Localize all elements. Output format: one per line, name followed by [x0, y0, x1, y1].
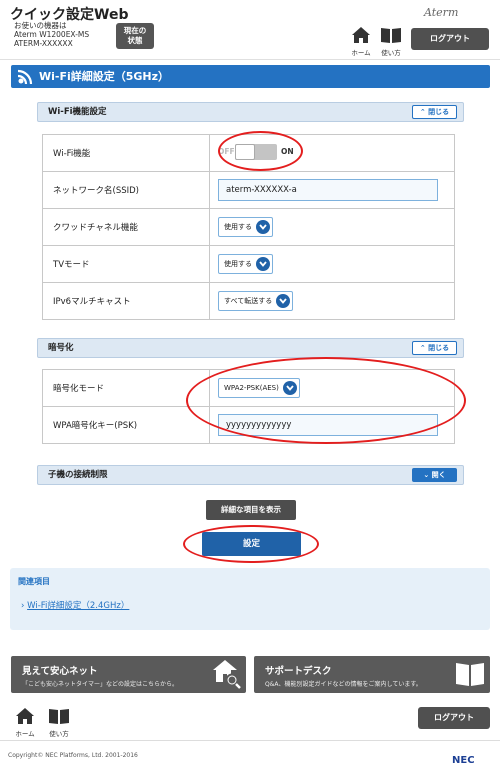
logout-button[interactable]: ログアウト — [411, 28, 489, 50]
safe-net-banner[interactable]: 見えて安心ネット 「こども安心ネットタイマー」などの設定はこちらから。 — [11, 656, 246, 693]
table-row: ネットワーク名(SSID) aterm-XXXXXX-a — [42, 171, 455, 209]
support-desk-title: サポートデスク — [265, 666, 332, 677]
tv-mode-label: TVモード — [42, 245, 210, 283]
help-label: 使い方 — [381, 49, 401, 57]
encryption-section-header: 暗号化 ⌃ 閉じる — [37, 338, 464, 358]
safe-net-title: 見えて安心ネット — [22, 666, 98, 677]
psk-input[interactable]: yyyyyyyyyyyyy — [218, 414, 438, 436]
device-label: お使いの機器は — [14, 21, 67, 30]
page-title-text: Wi-Fi詳細設定（5GHz） — [39, 70, 170, 83]
book-icon — [381, 28, 401, 43]
encryption-mode-select[interactable]: WPA2-PSK(AES) — [218, 378, 300, 398]
book-icon — [456, 663, 484, 686]
wifi-icon — [18, 69, 33, 84]
footer-divider — [0, 740, 500, 741]
safe-net-desc: 「こども安心ネットタイマー」などの設定はこちらから。 — [22, 681, 179, 688]
show-details-button[interactable]: 詳細な項目を表示 — [206, 500, 296, 520]
footer-home-label: ホーム — [15, 730, 35, 738]
encryption-mode-label: 暗号化モード — [42, 369, 210, 407]
encryption-table: 暗号化モード WPA2-PSK(AES) WPA暗号化キー(PSK) yyyyy… — [42, 369, 455, 444]
wifi-function-section-header: Wi-Fi機能設定 ⌃ 閉じる — [37, 102, 464, 122]
related-items-title: 関連項目 — [18, 577, 50, 586]
table-row: WPA暗号化キー(PSK) yyyyyyyyyyyyy — [42, 406, 455, 444]
access-limit-expand-button[interactable]: ⌄ 開く — [412, 468, 457, 482]
footer-help-button[interactable]: 使い方 — [46, 708, 72, 738]
nec-logo: NEC — [452, 755, 475, 766]
header: クイック設定Web お使いの機器は Aterm W1200EX-MS ATERM… — [0, 0, 500, 60]
home-nav-button[interactable]: ホーム — [348, 27, 374, 57]
ssid-input[interactable]: aterm-XXXXXX-a — [218, 179, 438, 201]
quad-channel-label: クワッドチャネル機能 — [42, 208, 210, 246]
encryption-collapse-button[interactable]: ⌃ 閉じる — [412, 341, 457, 355]
psk-label: WPA暗号化キー(PSK) — [42, 406, 210, 444]
table-row: クワッドチャネル機能 使用する — [42, 208, 455, 246]
table-row: IPv6マルチキャスト すべて転送する — [42, 282, 455, 320]
wifi-function-collapse-button[interactable]: ⌃ 閉じる — [412, 105, 457, 119]
related-items-panel: 関連項目 › Wi-Fi詳細設定（2.4GHz） — [10, 568, 490, 630]
toggle-off-label: OFF — [218, 146, 235, 156]
wifi-function-table: Wi-Fi機能 OFF ON ネットワーク名(SSID) aterm-XXXXX… — [42, 134, 455, 320]
book-icon — [49, 709, 69, 724]
footer-help-label: 使い方 — [49, 730, 69, 738]
submit-button[interactable]: 設定 — [202, 532, 301, 556]
collapse-label: 閉じる — [428, 344, 450, 352]
ssid-label: ネットワーク名(SSID) — [42, 171, 210, 209]
device-model: Aterm W1200EX-MS — [14, 30, 90, 39]
tv-mode-select[interactable]: 使用する — [218, 254, 273, 274]
device-ssid: ATERM-XXXXXX — [14, 39, 73, 48]
wifi-function-label: Wi-Fi機能 — [42, 134, 210, 172]
toggle-on-label: ON — [281, 146, 294, 156]
wifi-function-toggle[interactable]: OFF ON — [218, 142, 306, 162]
chevron-up-icon: ⌃ — [419, 344, 426, 352]
current-status-button[interactable]: 現在の 状態 — [116, 23, 154, 49]
quad-channel-select[interactable]: 使用する — [218, 217, 273, 237]
help-nav-button[interactable]: 使い方 — [378, 27, 404, 57]
expand-label: 開く — [431, 471, 446, 479]
toggle-knob — [235, 143, 255, 160]
aterm-logo: Aterm — [424, 6, 459, 19]
table-row: Wi-Fi機能 OFF ON — [42, 134, 455, 172]
ipv6-multicast-value: すべて転送する — [224, 297, 273, 305]
quad-channel-value: 使用する — [224, 223, 252, 231]
support-desk-banner[interactable]: サポートデスク Q&A、機能別設定ガイドなどの情報をご案内しています。 — [254, 656, 490, 693]
page-title: Wi-Fi詳細設定（5GHz） — [11, 65, 490, 88]
home-label: ホーム — [351, 49, 371, 57]
chevron-down-icon: ⌄ — [423, 471, 430, 479]
access-limit-section-title: 子機の接続制限 — [48, 470, 108, 480]
footer-logout-button[interactable]: ログアウト — [418, 707, 490, 729]
home-icon — [16, 708, 34, 724]
chevron-up-icon: ⌃ — [419, 108, 426, 116]
chevron-down-icon — [276, 294, 291, 308]
table-row: TVモード 使用する — [42, 245, 455, 283]
copyright: Copyright© NEC Platforms, Ltd. 2001-2016 — [8, 752, 138, 759]
chevron-down-icon — [256, 257, 270, 271]
access-limit-section-header: 子機の接続制限 ⌄ 開く — [37, 465, 464, 485]
ipv6-multicast-label: IPv6マルチキャスト — [42, 282, 210, 320]
encryption-section-title: 暗号化 — [48, 343, 74, 353]
chevron-down-icon — [282, 381, 297, 395]
wifi-function-section-title: Wi-Fi機能設定 — [48, 107, 107, 117]
support-desk-desc: Q&A、機能別設定ガイドなどの情報をご案内しています。 — [265, 681, 422, 688]
home-icon — [352, 27, 370, 43]
wifi-24ghz-link-text: Wi-Fi詳細設定（2.4GHz） — [27, 601, 130, 611]
table-row: 暗号化モード WPA2-PSK(AES) — [42, 369, 455, 407]
collapse-label: 閉じる — [428, 108, 450, 116]
chevron-down-icon — [256, 220, 270, 234]
footer-home-button[interactable]: ホーム — [12, 708, 38, 738]
ipv6-multicast-select[interactable]: すべて転送する — [218, 291, 294, 311]
house-magnifier-icon — [213, 660, 241, 689]
encryption-mode-value: WPA2-PSK(AES) — [224, 384, 279, 392]
toggle-track — [235, 143, 277, 160]
tv-mode-value: 使用する — [224, 260, 252, 268]
wifi-24ghz-link[interactable]: › Wi-Fi詳細設定（2.4GHz） — [21, 599, 129, 611]
